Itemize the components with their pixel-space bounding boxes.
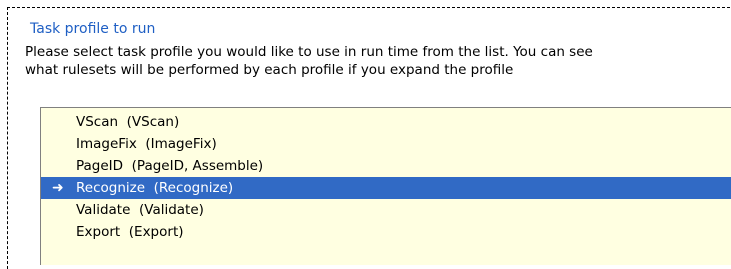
list-item-export[interactable]: Export (Export): [41, 221, 731, 243]
list-item-label: PageID (PageID, Assemble): [76, 158, 264, 174]
task-profile-list[interactable]: VScan (VScan) ImageFix (ImageFix) PageID…: [40, 107, 731, 265]
arrow-right-icon: ➜: [52, 180, 64, 196]
list-item-label: VScan (VScan): [76, 114, 180, 130]
list-item-label: ImageFix (ImageFix): [76, 136, 217, 152]
description-line-1: Please select task profile you would lik…: [25, 44, 593, 60]
list-item-recognize[interactable]: ➜ Recognize (Recognize): [41, 177, 731, 199]
description-text: Please select task profile you would lik…: [25, 43, 725, 79]
list-item-validate[interactable]: Validate (Validate): [41, 199, 731, 221]
list-item-vscan[interactable]: VScan (VScan): [41, 111, 731, 133]
list-item-label: Export (Export): [76, 224, 184, 240]
list-item-label: Validate (Validate): [76, 202, 204, 218]
list-item-label: Recognize (Recognize): [76, 180, 234, 196]
list-item-pageid[interactable]: PageID (PageID, Assemble): [41, 155, 731, 177]
group-title: Task profile to run: [30, 21, 156, 37]
list-item-imagefix[interactable]: ImageFix (ImageFix): [41, 133, 731, 155]
description-line-2: what rulesets will be performed by each …: [25, 62, 514, 78]
